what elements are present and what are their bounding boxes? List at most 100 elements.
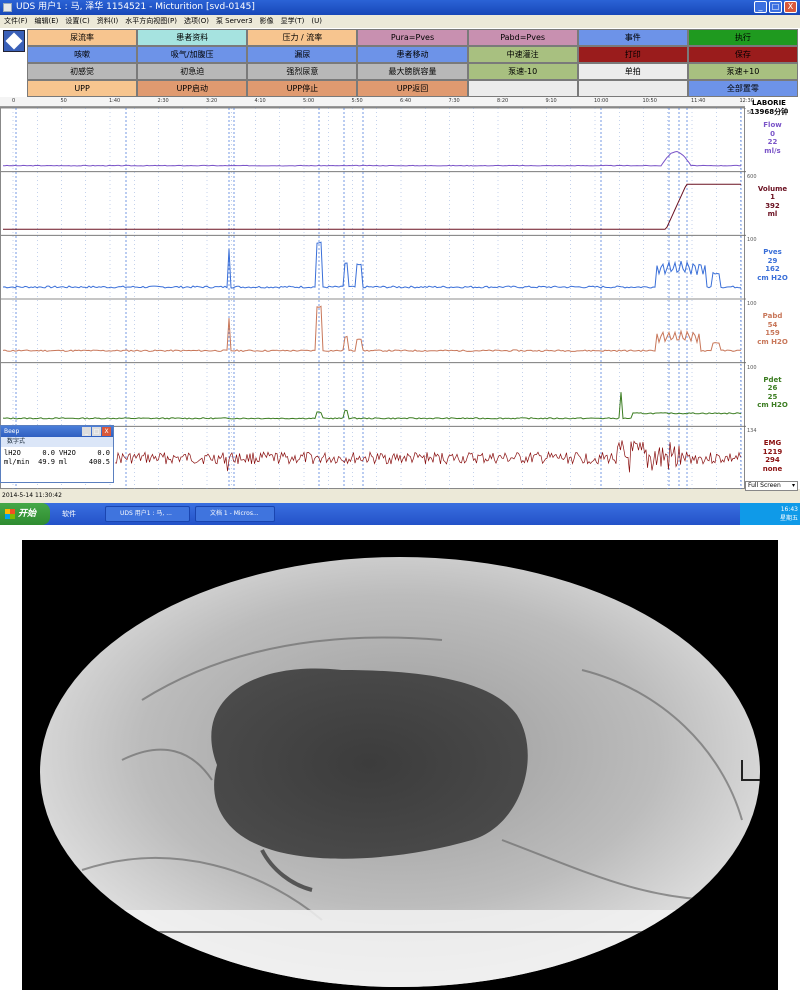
control-button-6[interactable]: 执行 [687,29,798,46]
menu-data[interactable]: 资料(I) [97,15,119,28]
control-button-9[interactable]: 漏尿 [247,46,358,63]
menu-settings[interactable]: 设置(C) [65,15,89,28]
ruler-tick-label: 3:20 [206,98,218,104]
channel-labels: Flow 0 22 ml/s 50 Volume 1 392 ml 600 Pves 29 162 cm … [745,107,800,489]
channel-unit: ml [767,210,778,219]
flow-trace [3,150,742,167]
popup-row1-right-value: 0.0 [97,449,110,457]
status-datetime: 2014-5-14 11:30:42 [2,492,62,499]
control-button-3[interactable]: Pura=Pves [357,29,468,46]
control-button-18[interactable]: 泵速-10 [467,63,578,80]
popup-row2-left-value: 49.9 [38,458,55,466]
channel-unit: ml/s [764,146,781,155]
control-button-25[interactable] [467,80,578,97]
control-button-15[interactable]: 初急迫 [137,63,248,80]
channel-scale-top: 600 [747,173,757,180]
fluoroscopy-image [22,540,778,990]
urodynamics-app-window: UDS 用户1 : 马, 泽华 1154521 - Micturition [s… [0,0,800,525]
ruler-tick-label: 0 [12,98,16,104]
ruler-tick-label: 4:10 [254,98,266,104]
ruler-tick-label: 10:50 [642,98,657,104]
control-button-7[interactable]: 咳嗽 [27,46,138,63]
volume-trace [3,183,741,230]
ruler-tick-label: 10:00 [594,98,609,104]
control-button-10[interactable]: 患者移动 [357,46,468,63]
menu-horizontal-view[interactable]: 水平方向视图(P) [125,15,177,28]
control-button-12[interactable]: 打印 [577,46,688,63]
control-button-20[interactable]: 泵速+10 [687,63,798,80]
ruler-tick-label: 11:40 [691,98,706,104]
control-button-23[interactable]: UPP停止 [247,80,358,97]
control-button-27[interactable]: 全部置零 [687,80,798,97]
pdet-trace [2,392,742,420]
control-button-22[interactable]: UPP启动 [137,80,248,97]
channel-scale-top: 50 [747,110,754,116]
fullscreen-select[interactable]: Full Screen ▾ [745,481,798,491]
control-button-14[interactable]: 初感觉 [27,63,138,80]
channel-name: Pdet [763,375,782,384]
channel-unit: cm H2O [757,337,788,346]
control-button-5[interactable]: 事件 [577,29,688,46]
control-button-2[interactable]: 压力 / 流率 [247,29,358,46]
menu-imaging[interactable]: 影像 [260,15,274,28]
emg-trace [114,440,741,473]
control-button-1[interactable]: 患者资料 [137,29,248,46]
app-icon [3,3,12,12]
control-button-16[interactable]: 强烈尿意 [247,63,358,80]
menu-file[interactable]: 文件(F) [4,15,28,28]
channel-scale-top: 134 [747,428,757,435]
control-button-0[interactable]: 尿流率 [27,29,138,46]
beep-popup-window[interactable]: Beep _ □ X 数字式 lH2O 0.0 VH2O 0.0 ml/min … [0,425,114,483]
menu-pump[interactable]: 泵 Server3 [216,15,253,28]
taskbar-task-uds[interactable]: UDS 用户1 : 马, ... [105,506,190,522]
menu-options[interactable]: 选项(O) [184,15,209,28]
popup-row1-right: VH2O 0.0 [59,449,110,458]
pves-trace [2,241,742,289]
control-button-21[interactable]: UPP [27,80,138,97]
popup-close-button[interactable]: X [102,427,111,436]
status-bar: 2014-5-14 11:30:42 [0,489,800,503]
channel-v2: 25 [767,392,778,401]
ruler-tick-label: 5:50 [351,98,363,104]
control-button-grid: 尿流率 患者资料 压力 / 流率 Pura=Pves Pabd=Pves 事件 执行咳嗽 吸气… [27,29,798,97]
menu-u[interactable]: (U) [311,15,322,28]
maximize-button[interactable]: □ [769,1,782,13]
popup-titlebar: Beep _ □ X [1,426,113,437]
popup-minimize-button[interactable]: _ [82,427,91,436]
control-button-11[interactable]: 中速灌注 [467,46,578,63]
popup-maximize-button[interactable]: □ [92,427,101,436]
control-button-4[interactable]: Pabd=Pves [467,29,578,46]
channel-scale-top: 100 [747,237,757,244]
tray-day: 星期五 [779,515,798,522]
popup-subtitle: 数字式 [1,437,113,447]
menu-display[interactable]: 显学(T) [281,15,305,28]
channel-v1: 29 [767,256,778,265]
popup-controls: _ □ X [82,427,111,436]
start-button[interactable]: 开始 [0,503,50,525]
control-button-24[interactable]: UPP返回 [357,80,468,97]
channel-label-pves: Pves 29 162 cm H2O 100 [745,237,800,282]
channel-v1: 1219 [762,447,783,456]
menu-edit[interactable]: 编辑(E) [35,15,59,28]
control-button-17[interactable]: 最大膀胱容量 [357,63,468,80]
close-button[interactable]: X [784,1,797,13]
ruler-tick-label: 5:00 [303,98,315,104]
control-button-13[interactable]: 保存 [687,46,798,63]
control-button-19[interactable]: 单拍 [577,63,688,80]
taskbar-task-word[interactable]: 文档 1 - Micros... [195,506,275,522]
minimize-button[interactable]: _ [754,1,767,13]
channel-scale-top: 100 [747,364,757,371]
channel-label-emg: EMG 1219 294 none 134 [745,428,800,473]
popup-row2-right-value: 400.5 [88,458,110,466]
menu-bar: 文件(F) 编辑(E) 设置(C) 资料(I) 水平方向视图(P) 选项(O) … [0,15,800,28]
channel-label-pdet: Pdet 26 25 cm H2O 100 [745,365,800,410]
taskbar-software[interactable]: 软件 [62,503,76,525]
ruler-tick-label: 8:20 [497,98,509,104]
channel-unit: none [762,464,783,473]
channel-v2: 162 [765,265,780,274]
ruler-tick-label: 1:40 [109,98,121,104]
popup-row1-left-label: lH2O [4,449,21,457]
ruler-tick-label: 6:40 [400,98,412,104]
control-button-8[interactable]: 吸气/加腹压 [137,46,248,63]
control-button-26[interactable] [577,80,688,97]
